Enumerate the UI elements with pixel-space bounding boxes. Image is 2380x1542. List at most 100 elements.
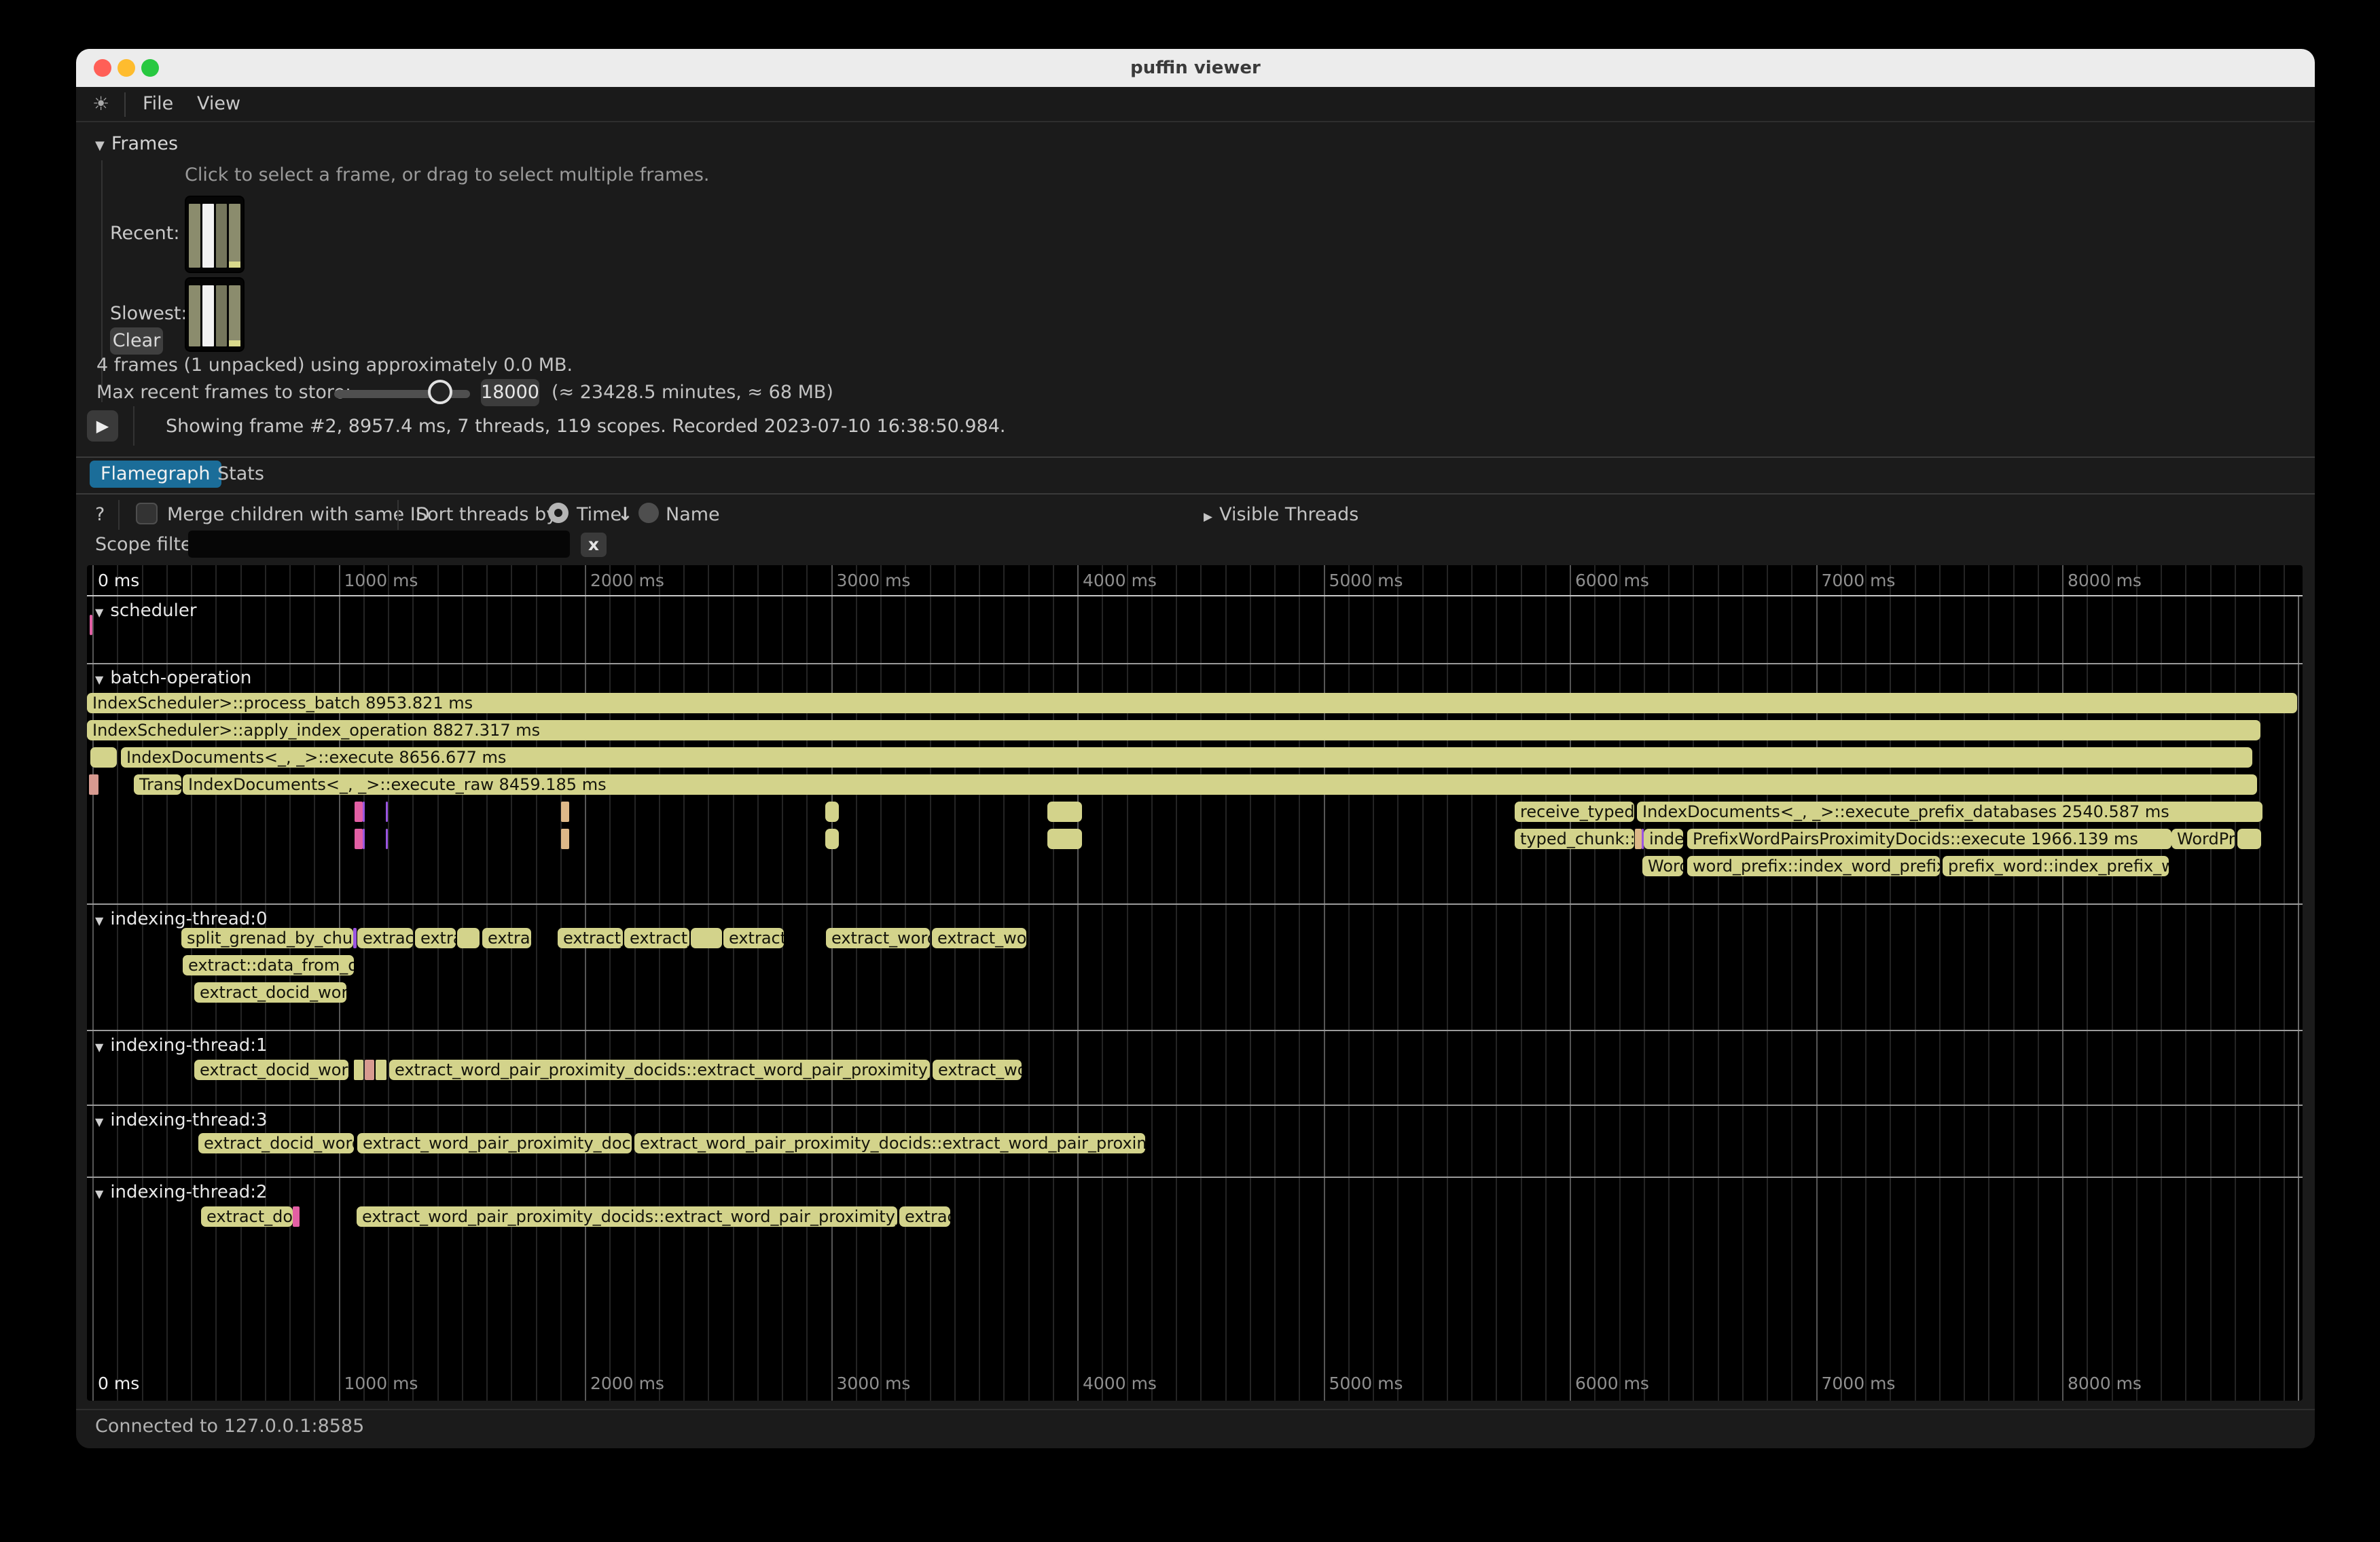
flamegraph-scope-bar[interactable]: extract_word_pair_proximity_docids::extr… bbox=[357, 1206, 897, 1227]
thread-header-indexing-thread:3[interactable]: ▼indexing-thread:3 bbox=[95, 1110, 268, 1130]
frame-thumbnail-bar[interactable] bbox=[216, 204, 228, 268]
frame-thumbnail-bar[interactable] bbox=[229, 285, 240, 346]
frame-thumbnail-bar[interactable] bbox=[189, 204, 200, 268]
thread-header-indexing-thread:1[interactable]: ▼indexing-thread:1 bbox=[95, 1035, 268, 1056]
flamegraph-scope-bar[interactable] bbox=[90, 615, 92, 635]
flamegraph-scope-bar[interactable]: extract_wo bbox=[933, 1060, 1022, 1080]
slowest-frames-thumbnail[interactable] bbox=[185, 277, 245, 352]
flamegraph-scope-bar[interactable]: extract_word_pair_proximity_docids bbox=[357, 1133, 632, 1153]
flamegraph-scope-bar[interactable]: IndexDocuments<_, _>::execute_prefix_dat… bbox=[1637, 802, 2262, 822]
flamegraph-scope-bar[interactable]: typed_chunk::w bbox=[1515, 829, 1634, 849]
flamegraph-scope-bar[interactable]: extract_word_pair_proximity_docids::extr… bbox=[634, 1133, 1145, 1153]
thread-header-indexing-thread:2[interactable]: ▼indexing-thread:2 bbox=[95, 1182, 268, 1202]
tab-stats[interactable]: Stats bbox=[212, 461, 270, 488]
flamegraph-scope-bar[interactable]: WordPr bbox=[2171, 829, 2235, 849]
flamegraph-scope-bar[interactable]: index bbox=[1644, 829, 1683, 849]
flamegraph-scope-bar[interactable]: extrac bbox=[482, 928, 531, 948]
play-button[interactable]: ▶ bbox=[87, 410, 118, 442]
theme-toggle-icon[interactable]: ☀ bbox=[92, 87, 109, 121]
flamegraph-scope-bar[interactable] bbox=[363, 802, 365, 822]
thread-header-scheduler[interactable]: ▼scheduler bbox=[95, 600, 197, 621]
flamegraph-scope-bar[interactable] bbox=[2237, 829, 2261, 849]
flamegraph-scope-bar[interactable]: extract_doc bbox=[201, 1206, 293, 1227]
scope-filter-input[interactable] bbox=[188, 531, 570, 558]
thread-header-indexing-thread:0[interactable]: ▼indexing-thread:0 bbox=[95, 909, 268, 929]
sort-time-radio[interactable] bbox=[548, 503, 569, 523]
flamegraph-scope-bar[interactable]: IndexScheduler>::apply_index_operation 8… bbox=[87, 720, 2260, 740]
flamegraph-scope-bar[interactable] bbox=[386, 829, 388, 849]
flamegraph-scope-bar[interactable] bbox=[90, 747, 117, 768]
flamegraph-scope-bar[interactable] bbox=[825, 829, 839, 849]
flamegraph-scope-bar[interactable] bbox=[825, 802, 839, 822]
flamegraph-scope-bar[interactable] bbox=[354, 1060, 363, 1080]
flamegraph-scope-bar[interactable]: word_prefix::index_word_prefix_ bbox=[1687, 856, 1940, 876]
flamegraph-scope-bar[interactable]: receive_typed_ bbox=[1515, 802, 1634, 822]
flamegraph-scope-bar[interactable] bbox=[1047, 802, 1082, 822]
gridline bbox=[1570, 565, 1571, 1401]
flamegraph-canvas[interactable]: 0 ms0 ms1000 ms1000 ms2000 ms2000 ms3000… bbox=[87, 565, 2303, 1401]
visible-threads-header[interactable]: ▶Visible Threads bbox=[1204, 504, 1358, 525]
gridline bbox=[1151, 565, 1153, 1401]
flamegraph-scope-bar[interactable] bbox=[561, 802, 569, 822]
max-frames-slider-knob[interactable] bbox=[428, 380, 452, 404]
frame-thumbnail-bar[interactable] bbox=[229, 204, 240, 268]
thread-header-batch-operation[interactable]: ▼batch-operation bbox=[95, 668, 251, 688]
menu-view[interactable]: View bbox=[197, 87, 240, 121]
menu-file[interactable]: File bbox=[143, 87, 173, 121]
flamegraph-scope-bar[interactable] bbox=[365, 1060, 374, 1080]
gridline bbox=[659, 565, 660, 1401]
frame-thumbnail-bar[interactable] bbox=[202, 204, 214, 268]
flamegraph-scope-bar[interactable] bbox=[355, 802, 363, 822]
flamegraph-scope-bar[interactable] bbox=[376, 1060, 386, 1080]
flamegraph-scope-bar[interactable]: extract bbox=[723, 928, 784, 948]
tab-flamegraph[interactable]: Flamegraph bbox=[90, 461, 221, 488]
flamegraph-scope-bar[interactable]: split_grenad_by_chun bbox=[181, 928, 353, 948]
flamegraph-scope-bar[interactable] bbox=[1635, 829, 1642, 849]
scope-filter-clear-button[interactable]: x bbox=[581, 533, 607, 557]
recent-frames-thumbnail[interactable] bbox=[185, 196, 245, 273]
sort-direction-arrow-icon[interactable]: ↓ bbox=[617, 504, 633, 525]
gridline bbox=[1816, 565, 1818, 1401]
frames-section-header[interactable]: ▼Frames bbox=[95, 133, 178, 154]
flamegraph-scope-bar[interactable] bbox=[363, 829, 365, 849]
frame-thumbnail-bar[interactable] bbox=[189, 285, 200, 346]
flamegraph-scope-bar[interactable]: extract bbox=[357, 928, 413, 948]
flamegraph-scope-bar[interactable] bbox=[691, 928, 722, 948]
flamegraph-scope-bar[interactable] bbox=[89, 774, 98, 795]
flamegraph-scope-bar[interactable]: extract_wo bbox=[932, 928, 1026, 948]
app-window: puffin viewer ☀ File View ▼Frames Click … bbox=[76, 49, 2315, 1448]
flamegraph-scope-bar[interactable]: PrefixWordPairsProximityDocids::execute … bbox=[1687, 829, 2171, 849]
flamegraph-scope-bar[interactable]: extract_ bbox=[558, 928, 623, 948]
flamegraph-scope-bar[interactable]: Trans bbox=[134, 774, 181, 795]
flamegraph-scope-bar[interactable]: extract_docid_word bbox=[194, 1060, 348, 1080]
flamegraph-scope-bar[interactable] bbox=[386, 802, 388, 822]
flamegraph-scope-bar[interactable] bbox=[353, 928, 357, 948]
flamegraph-scope-bar[interactable]: IndexScheduler>::process_batch 8953.821 … bbox=[87, 693, 2297, 713]
flamegraph-scope-bar[interactable]: prefix_word::index_prefix_wo bbox=[1943, 856, 2169, 876]
flamegraph-scope-bar[interactable]: extract_word bbox=[826, 928, 930, 948]
flamegraph-scope-bar[interactable]: IndexDocuments<_, _>::execute_raw 8459.1… bbox=[183, 774, 2257, 795]
flamegraph-scope-bar[interactable]: extrac bbox=[899, 1206, 950, 1227]
flamegraph-scope-bar[interactable]: extract_docid_word bbox=[198, 1133, 354, 1153]
flamegraph-scope-bar[interactable]: extra bbox=[415, 928, 456, 948]
frame-thumbnail-bar[interactable] bbox=[202, 285, 214, 346]
frame-thumbnail-bar[interactable] bbox=[216, 285, 228, 346]
flamegraph-scope-bar[interactable]: extract_word_pair_proximity_docids::extr… bbox=[389, 1060, 930, 1080]
flamegraph-scope-bar[interactable]: Word bbox=[1642, 856, 1683, 876]
flamegraph-scope-bar[interactable]: extract_ bbox=[624, 928, 689, 948]
flamegraph-scope-bar[interactable]: IndexDocuments<_, _>::execute 8656.677 m… bbox=[121, 747, 2252, 768]
sort-name-radio[interactable] bbox=[638, 503, 659, 523]
axis-tick-label-top: 4000 ms bbox=[1083, 571, 1157, 590]
flamegraph-scope-bar[interactable]: extract::data_from_ob bbox=[183, 955, 354, 975]
clear-button[interactable]: Clear bbox=[110, 327, 163, 355]
frames-section-title: Frames bbox=[111, 133, 178, 154]
flamegraph-scope-bar[interactable] bbox=[1047, 829, 1082, 849]
max-frames-value[interactable]: 18000 bbox=[481, 379, 539, 406]
flamegraph-scope-bar[interactable] bbox=[293, 1206, 300, 1227]
flamegraph-scope-bar[interactable] bbox=[457, 928, 480, 948]
merge-children-checkbox[interactable] bbox=[136, 503, 158, 524]
flamegraph-scope-bar[interactable] bbox=[355, 829, 363, 849]
help-button[interactable]: ? bbox=[95, 504, 105, 525]
flamegraph-scope-bar[interactable] bbox=[561, 829, 569, 849]
flamegraph-scope-bar[interactable]: extract_docid_word bbox=[194, 982, 346, 1003]
